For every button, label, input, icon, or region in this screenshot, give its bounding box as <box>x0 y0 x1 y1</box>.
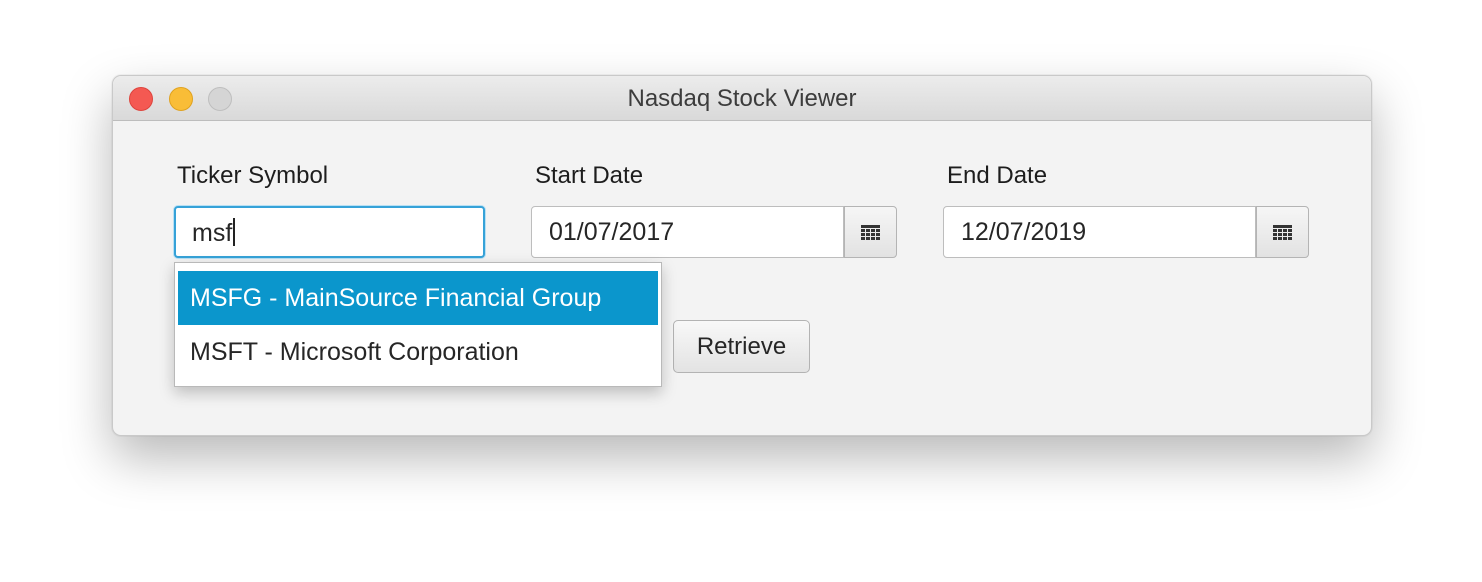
start-date-picker-button[interactable] <box>844 206 897 258</box>
app-window: Nasdaq Stock Viewer Ticker Symbol Start … <box>112 75 1372 436</box>
autocomplete-item-msft[interactable]: MSFT - Microsoft Corporation <box>178 325 658 379</box>
autocomplete-item-msfg[interactable]: MSFG - MainSource Financial Group <box>178 271 658 325</box>
ticker-symbol-value: msf <box>192 219 233 247</box>
retrieve-button[interactable]: Retrieve <box>673 320 810 373</box>
calendar-icon <box>861 225 880 240</box>
title-bar[interactable]: Nasdaq Stock Viewer <box>113 76 1371 121</box>
end-date-picker-button[interactable] <box>1256 206 1309 258</box>
ticker-symbol-input[interactable]: msf <box>174 206 485 258</box>
text-caret <box>233 218 236 247</box>
end-date-label: End Date <box>947 162 1048 189</box>
calendar-icon <box>1273 225 1292 240</box>
end-date-input[interactable]: 12/07/2019 <box>943 206 1256 258</box>
window-title: Nasdaq Stock Viewer <box>627 85 857 112</box>
start-date-input[interactable]: 01/07/2017 <box>531 206 844 258</box>
ticker-symbol-label: Ticker Symbol <box>177 162 329 189</box>
start-date-label: Start Date <box>535 162 644 189</box>
ticker-autocomplete-list: MSFG - MainSource Financial Group MSFT -… <box>174 262 662 387</box>
